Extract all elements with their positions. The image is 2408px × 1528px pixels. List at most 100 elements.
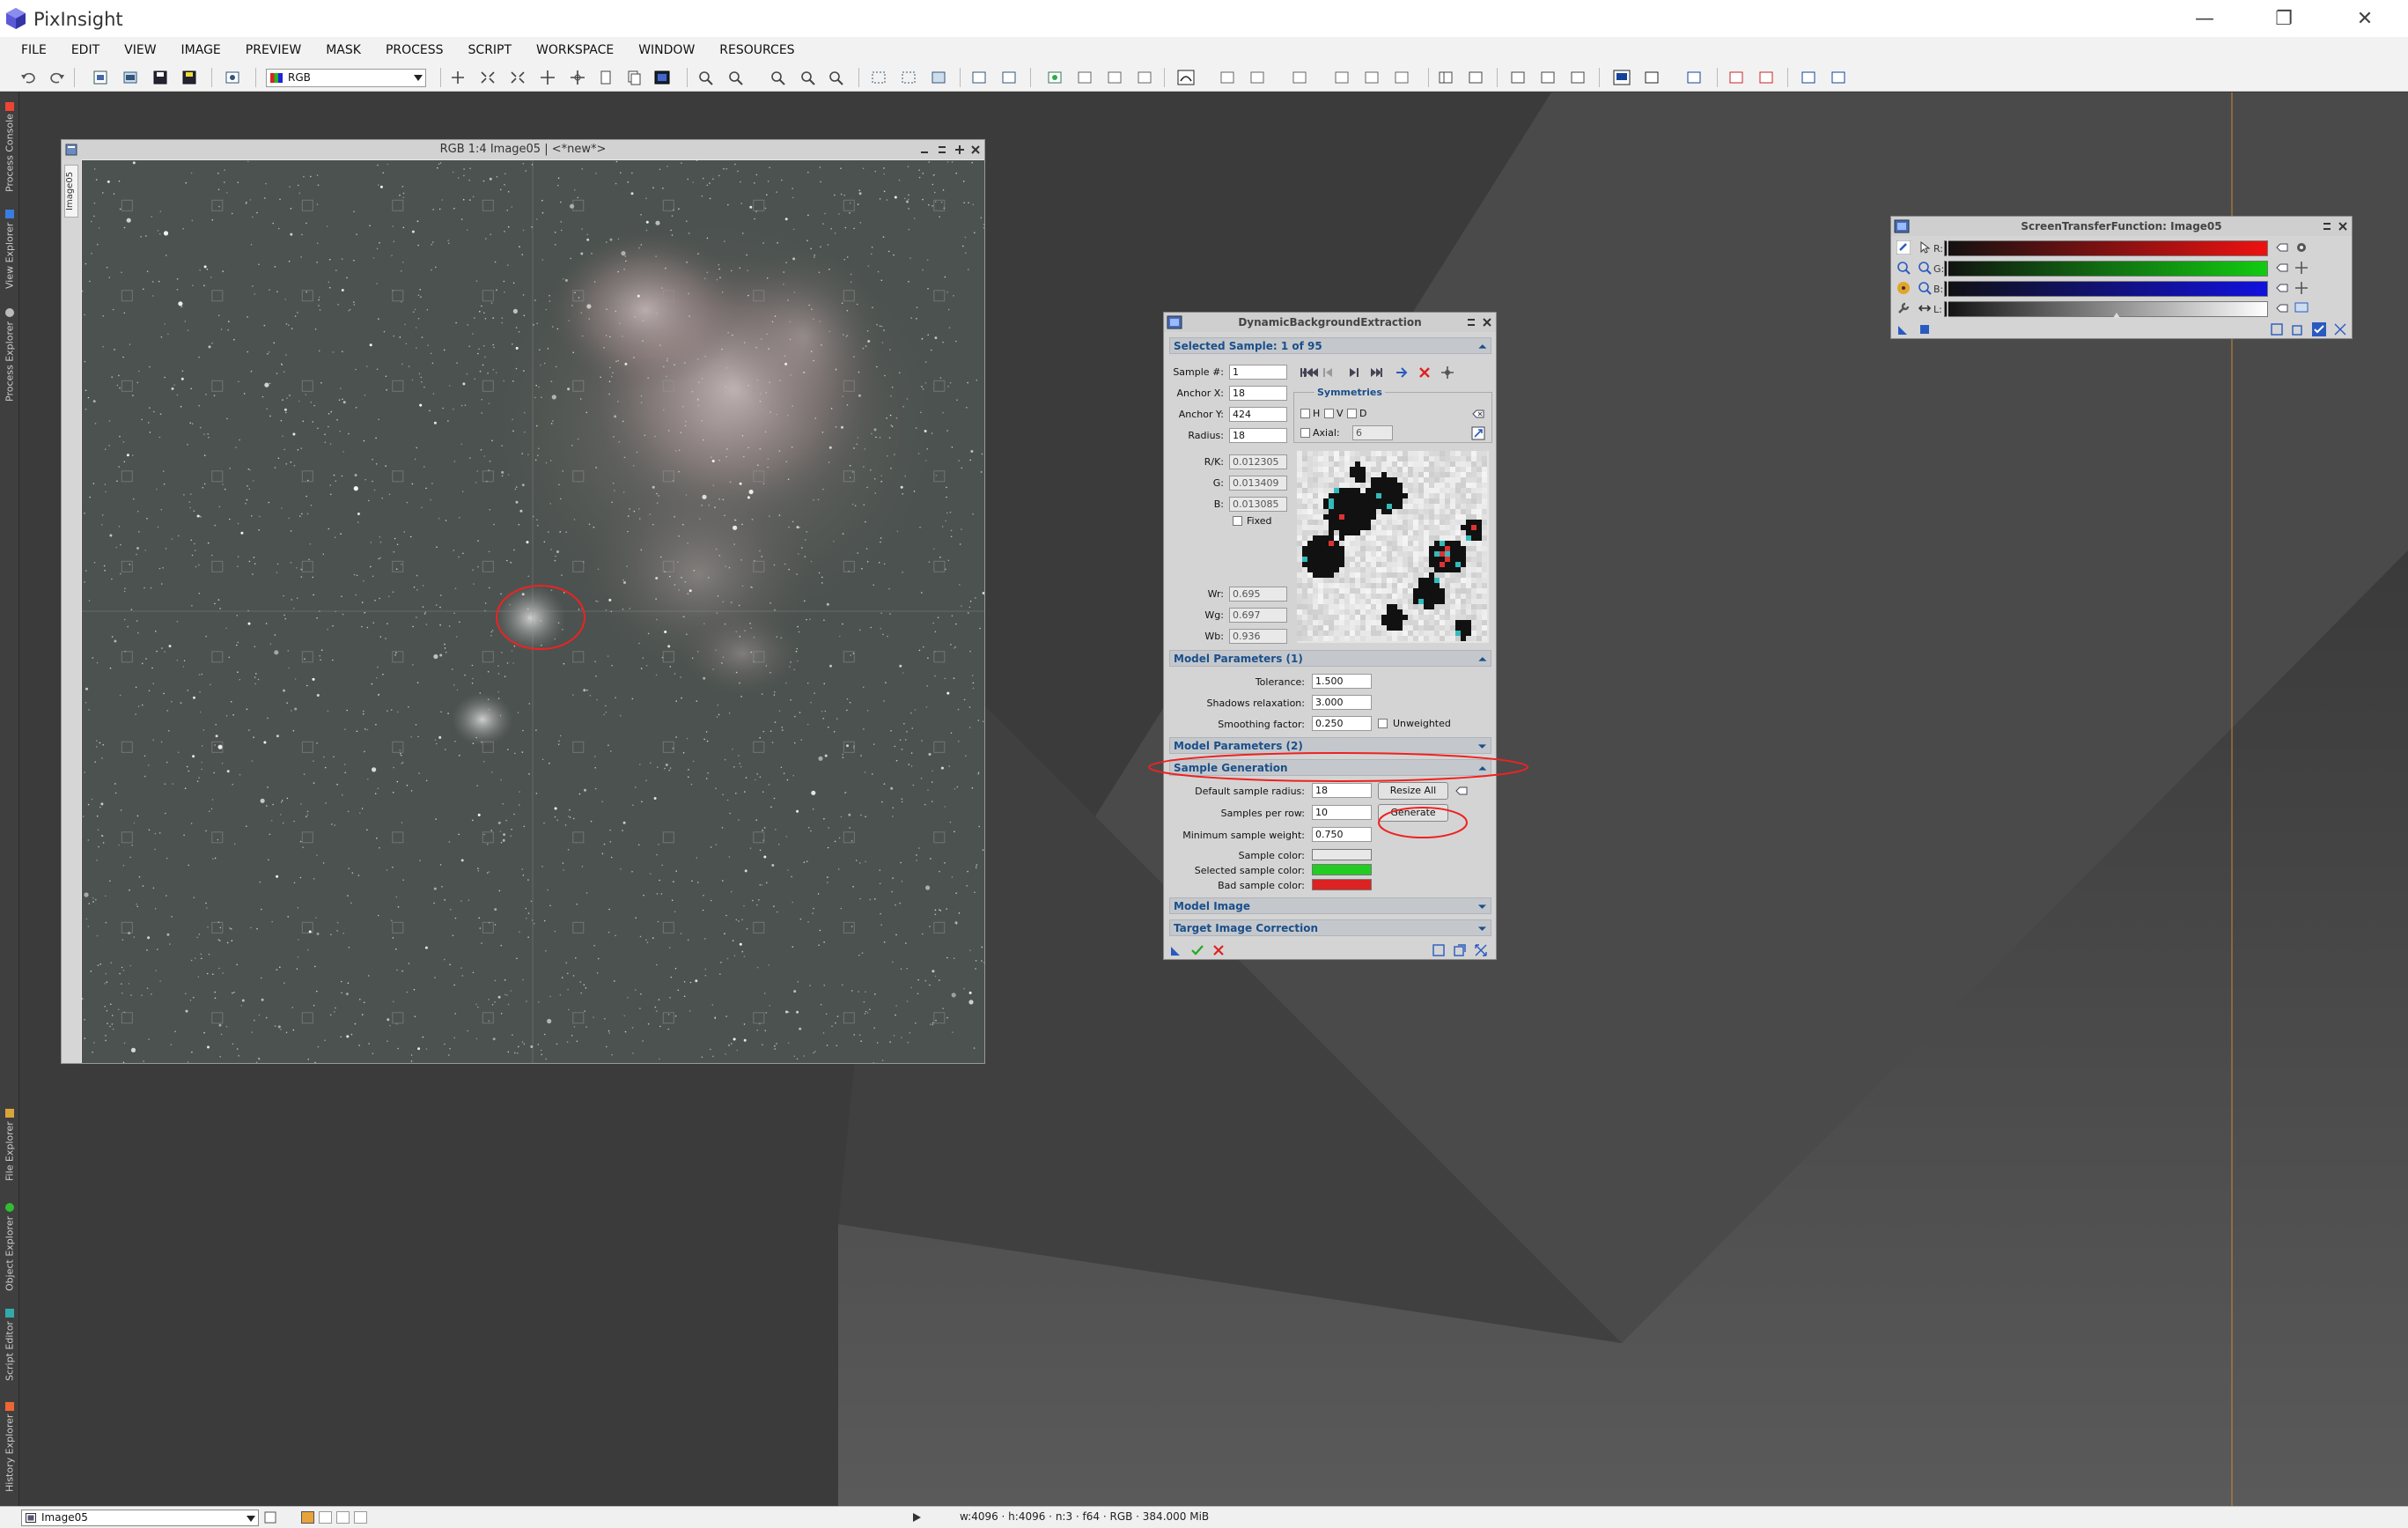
view-selector[interactable]: Image05 bbox=[21, 1510, 259, 1526]
monitor-4-icon[interactable] bbox=[1727, 70, 1745, 85]
mask-mode-icons[interactable] bbox=[301, 1511, 372, 1524]
apply-icon[interactable] bbox=[1190, 943, 1204, 957]
anchor-y-field[interactable]: 424 bbox=[1229, 407, 1287, 422]
track-check-icon[interactable] bbox=[2312, 322, 2326, 336]
fit-icon[interactable] bbox=[479, 70, 497, 85]
fixed-checkbox[interactable] bbox=[1233, 516, 1242, 526]
symmetry-d-checkbox[interactable] bbox=[1347, 409, 1357, 418]
restore-button[interactable]: ❐ bbox=[2261, 4, 2307, 33]
expand-icon[interactable] bbox=[509, 70, 527, 85]
readout-2-icon[interactable] bbox=[1000, 70, 1018, 85]
mask-3-icon[interactable] bbox=[1106, 70, 1123, 85]
bad-sample-color-swatch[interactable] bbox=[1312, 879, 1372, 890]
symmetry-options-icon[interactable] bbox=[1471, 426, 1485, 440]
track-view-icon[interactable] bbox=[1453, 943, 1467, 957]
close-icon[interactable] bbox=[1482, 317, 1492, 328]
mask-icon[interactable] bbox=[1046, 70, 1064, 85]
pan-icon[interactable] bbox=[539, 70, 556, 85]
menu-view[interactable]: VIEW bbox=[112, 43, 168, 57]
close-icon[interactable] bbox=[2338, 221, 2348, 232]
move-g-icon[interactable] bbox=[2294, 261, 2309, 275]
axial-checkbox[interactable] bbox=[1300, 428, 1310, 438]
tab-history-explorer[interactable]: History Explorer bbox=[2, 1394, 18, 1500]
menu-edit[interactable]: EDIT bbox=[59, 43, 112, 57]
window-menu-icon[interactable] bbox=[65, 144, 77, 156]
new-image-icon[interactable] bbox=[92, 70, 109, 85]
window-2-icon[interactable] bbox=[1539, 70, 1557, 85]
save-icon[interactable] bbox=[151, 70, 169, 85]
tab-view-explorer[interactable]: View Explorer bbox=[2, 205, 18, 293]
tolerance-field[interactable]: 1.500 bbox=[1312, 674, 1372, 689]
crosshair-icon[interactable] bbox=[1440, 365, 1454, 380]
reset-g-icon[interactable] bbox=[2275, 261, 2289, 275]
zoom-out-icon[interactable] bbox=[727, 70, 745, 85]
explorer-icon[interactable] bbox=[1333, 70, 1351, 85]
history-icon[interactable] bbox=[1291, 70, 1308, 85]
target-image-correction-section[interactable]: Target Image Correction ⏷ bbox=[1169, 919, 1491, 936]
menu-mask[interactable]: MASK bbox=[313, 43, 373, 57]
monitor-2-icon[interactable] bbox=[1643, 70, 1661, 85]
page-icon[interactable] bbox=[597, 70, 615, 85]
close-button[interactable]: ✕ bbox=[2342, 4, 2388, 33]
menu-process[interactable]: PROCESS bbox=[373, 43, 456, 57]
window-icon[interactable] bbox=[1509, 70, 1527, 85]
reset-instance-icon[interactable] bbox=[2333, 322, 2347, 336]
settings-r-icon[interactable] bbox=[2294, 240, 2309, 255]
open-icon[interactable] bbox=[122, 70, 139, 85]
color-space-select[interactable]: RGB bbox=[266, 69, 426, 87]
redo-icon[interactable] bbox=[48, 70, 66, 85]
shade-icon[interactable] bbox=[1466, 317, 1476, 328]
zoom-fit-icon[interactable] bbox=[799, 70, 817, 85]
play-icon[interactable] bbox=[911, 1512, 922, 1523]
preview-full-icon[interactable] bbox=[930, 70, 947, 85]
zoom-in-icon[interactable] bbox=[1896, 261, 1911, 275]
new-instance-icon[interactable] bbox=[1896, 322, 1911, 336]
menu-workspace[interactable]: WORKSPACE bbox=[524, 43, 626, 57]
image-window[interactable]: RGB 1:4 Image05 | <*new*> Image05 bbox=[61, 139, 985, 1064]
selected-sample-color-swatch[interactable] bbox=[1312, 864, 1372, 875]
tab-object-explorer[interactable]: Object Explorer bbox=[2, 1199, 18, 1295]
selected-sample-section[interactable]: Selected Sample: 1 of 95 ⏶ bbox=[1169, 337, 1491, 354]
save-as-icon[interactable] bbox=[180, 70, 198, 85]
explorer-2-icon[interactable] bbox=[1363, 70, 1381, 85]
delete-sample-icon[interactable] bbox=[1418, 365, 1432, 380]
menu-script[interactable]: SCRIPT bbox=[456, 43, 525, 57]
monitor-icon[interactable] bbox=[2294, 301, 2309, 315]
menu-preview[interactable]: PREVIEW bbox=[233, 43, 313, 57]
symmetry-v-checkbox[interactable] bbox=[1324, 409, 1334, 418]
layout-2-icon[interactable] bbox=[1467, 70, 1484, 85]
tab-script-editor[interactable]: Script Editor bbox=[2, 1301, 18, 1389]
tab-process-console[interactable]: Process Console bbox=[2, 94, 18, 200]
reset-r-icon[interactable] bbox=[2275, 240, 2289, 255]
zoom-window-icon[interactable] bbox=[828, 70, 845, 85]
lock-icon[interactable] bbox=[264, 1511, 276, 1524]
view-icon[interactable] bbox=[224, 70, 241, 85]
menu-image[interactable]: IMAGE bbox=[169, 43, 233, 57]
monitor-3-icon[interactable] bbox=[1685, 70, 1703, 85]
shade-icon[interactable] bbox=[2322, 221, 2332, 232]
reset-instance-icon[interactable] bbox=[1474, 943, 1488, 957]
sample-number-field[interactable]: 1 bbox=[1229, 365, 1287, 380]
move-b-icon[interactable] bbox=[2294, 281, 2309, 295]
preview-edit-icon[interactable] bbox=[900, 70, 917, 85]
zoom-1-icon[interactable] bbox=[770, 70, 787, 85]
last-sample-icon[interactable] bbox=[1370, 365, 1384, 380]
browse-docs-icon[interactable] bbox=[1432, 943, 1446, 957]
apply-global-icon[interactable] bbox=[1918, 322, 1932, 336]
model-parameters-1-section[interactable]: Model Parameters (1) ⏶ bbox=[1169, 650, 1491, 667]
monitor-icon[interactable] bbox=[1613, 70, 1631, 85]
screen-icon[interactable] bbox=[653, 70, 671, 85]
model-image-section[interactable]: Model Image ⏷ bbox=[1169, 897, 1491, 914]
next-sample-icon[interactable] bbox=[1347, 365, 1361, 380]
wrench-icon[interactable] bbox=[1896, 301, 1911, 315]
dbe-panel[interactable]: DynamicBackgroundExtraction Selected Sam… bbox=[1163, 312, 1497, 960]
view-id-tab[interactable]: Image05 bbox=[64, 165, 78, 218]
pointer-icon[interactable] bbox=[1918, 240, 1932, 255]
zoom-fit-icon[interactable] bbox=[1918, 281, 1932, 295]
unweighted-checkbox[interactable] bbox=[1378, 719, 1388, 728]
layout-icon[interactable] bbox=[1437, 70, 1454, 85]
clear-symmetries-icon[interactable] bbox=[1471, 407, 1485, 421]
stf-icon[interactable] bbox=[1177, 70, 1195, 85]
center-icon[interactable] bbox=[569, 70, 586, 85]
smoothing-factor-field[interactable]: 0.250 bbox=[1312, 716, 1372, 731]
